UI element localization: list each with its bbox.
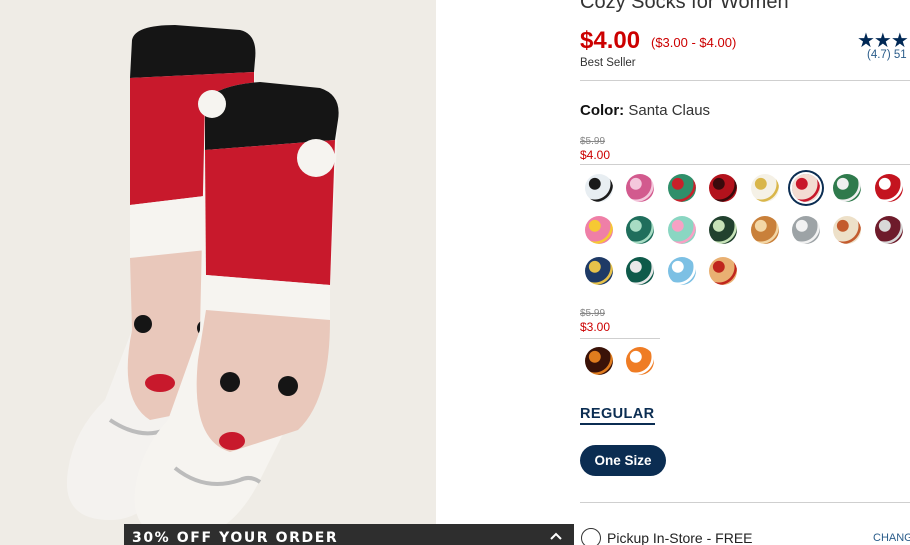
swatch-red-dots[interactable]: [874, 174, 903, 202]
best-seller-badge: Best Seller: [580, 57, 636, 69]
product-image: [0, 0, 436, 545]
promo-text: 30% OFF YOUR ORDER: [132, 530, 339, 545]
swatch-penguin[interactable]: [585, 174, 613, 202]
swatch-polar-bear[interactable]: [750, 174, 779, 202]
swatch-unicorn-mint[interactable]: [667, 216, 696, 244]
swatch-waffle-tan[interactable]: [750, 216, 779, 244]
divider: [580, 164, 910, 165]
swatch-fox-orange[interactable]: [626, 347, 655, 375]
change-store-link[interactable]: CHANGE: [873, 532, 910, 544]
color-selection-label: Color: Santa Claus: [580, 102, 710, 119]
santa-socks-illustration: [0, 0, 436, 545]
swatch-cactus-green[interactable]: [626, 216, 655, 244]
swatch-striped-green[interactable]: [667, 174, 696, 202]
swatch-floral-pink[interactable]: [626, 174, 655, 202]
product-price: $4.00: [580, 27, 641, 54]
swatch-dark-orange-print[interactable]: [585, 347, 613, 375]
color-value: Santa Claus: [628, 102, 711, 119]
swatch-navy-print[interactable]: [585, 257, 613, 285]
divider: [580, 338, 660, 339]
promo-bar[interactable]: 30% OFF YOUR ORDER: [124, 524, 574, 545]
swatch-raccoon-grey[interactable]: [792, 216, 820, 244]
price-group-old-price: $5.99: [580, 136, 606, 147]
swatch-llama-beige[interactable]: [833, 216, 862, 244]
price-group-old-price: $5.99: [580, 308, 606, 319]
rating-link[interactable]: (4.7) 51: [867, 49, 907, 61]
swatch-dark-forest[interactable]: [709, 216, 738, 244]
swatch-teal-print[interactable]: [626, 257, 655, 285]
swatch-ice-blue[interactable]: [667, 257, 696, 285]
price-group-new-price: $4.00: [580, 148, 611, 162]
swatch-red-plaid[interactable]: [709, 174, 738, 202]
swatch-pizza[interactable]: [709, 257, 738, 285]
divider: [580, 80, 910, 81]
color-label: Color:: [580, 102, 625, 119]
price-group-new-price: $3.00: [580, 320, 611, 334]
size-one-size-button[interactable]: One Size: [580, 445, 666, 476]
pickup-radio[interactable]: [581, 528, 601, 545]
swatch-maroon-stripe[interactable]: [874, 216, 903, 244]
swatch-santa-claus[interactable]: [792, 174, 820, 202]
chevron-up-icon[interactable]: [550, 532, 562, 540]
tab-regular-fit[interactable]: REGULAR: [580, 406, 655, 425]
divider: [580, 502, 910, 503]
pickup-label[interactable]: Pickup In-Store - FREE: [607, 530, 753, 545]
product-title: Cozy Socks for Women: [580, 0, 789, 13]
price-range: ($3.00 - $4.00): [651, 35, 737, 50]
swatch-patterned-green[interactable]: [833, 174, 862, 202]
swatch-letters-pink[interactable]: [585, 216, 613, 244]
